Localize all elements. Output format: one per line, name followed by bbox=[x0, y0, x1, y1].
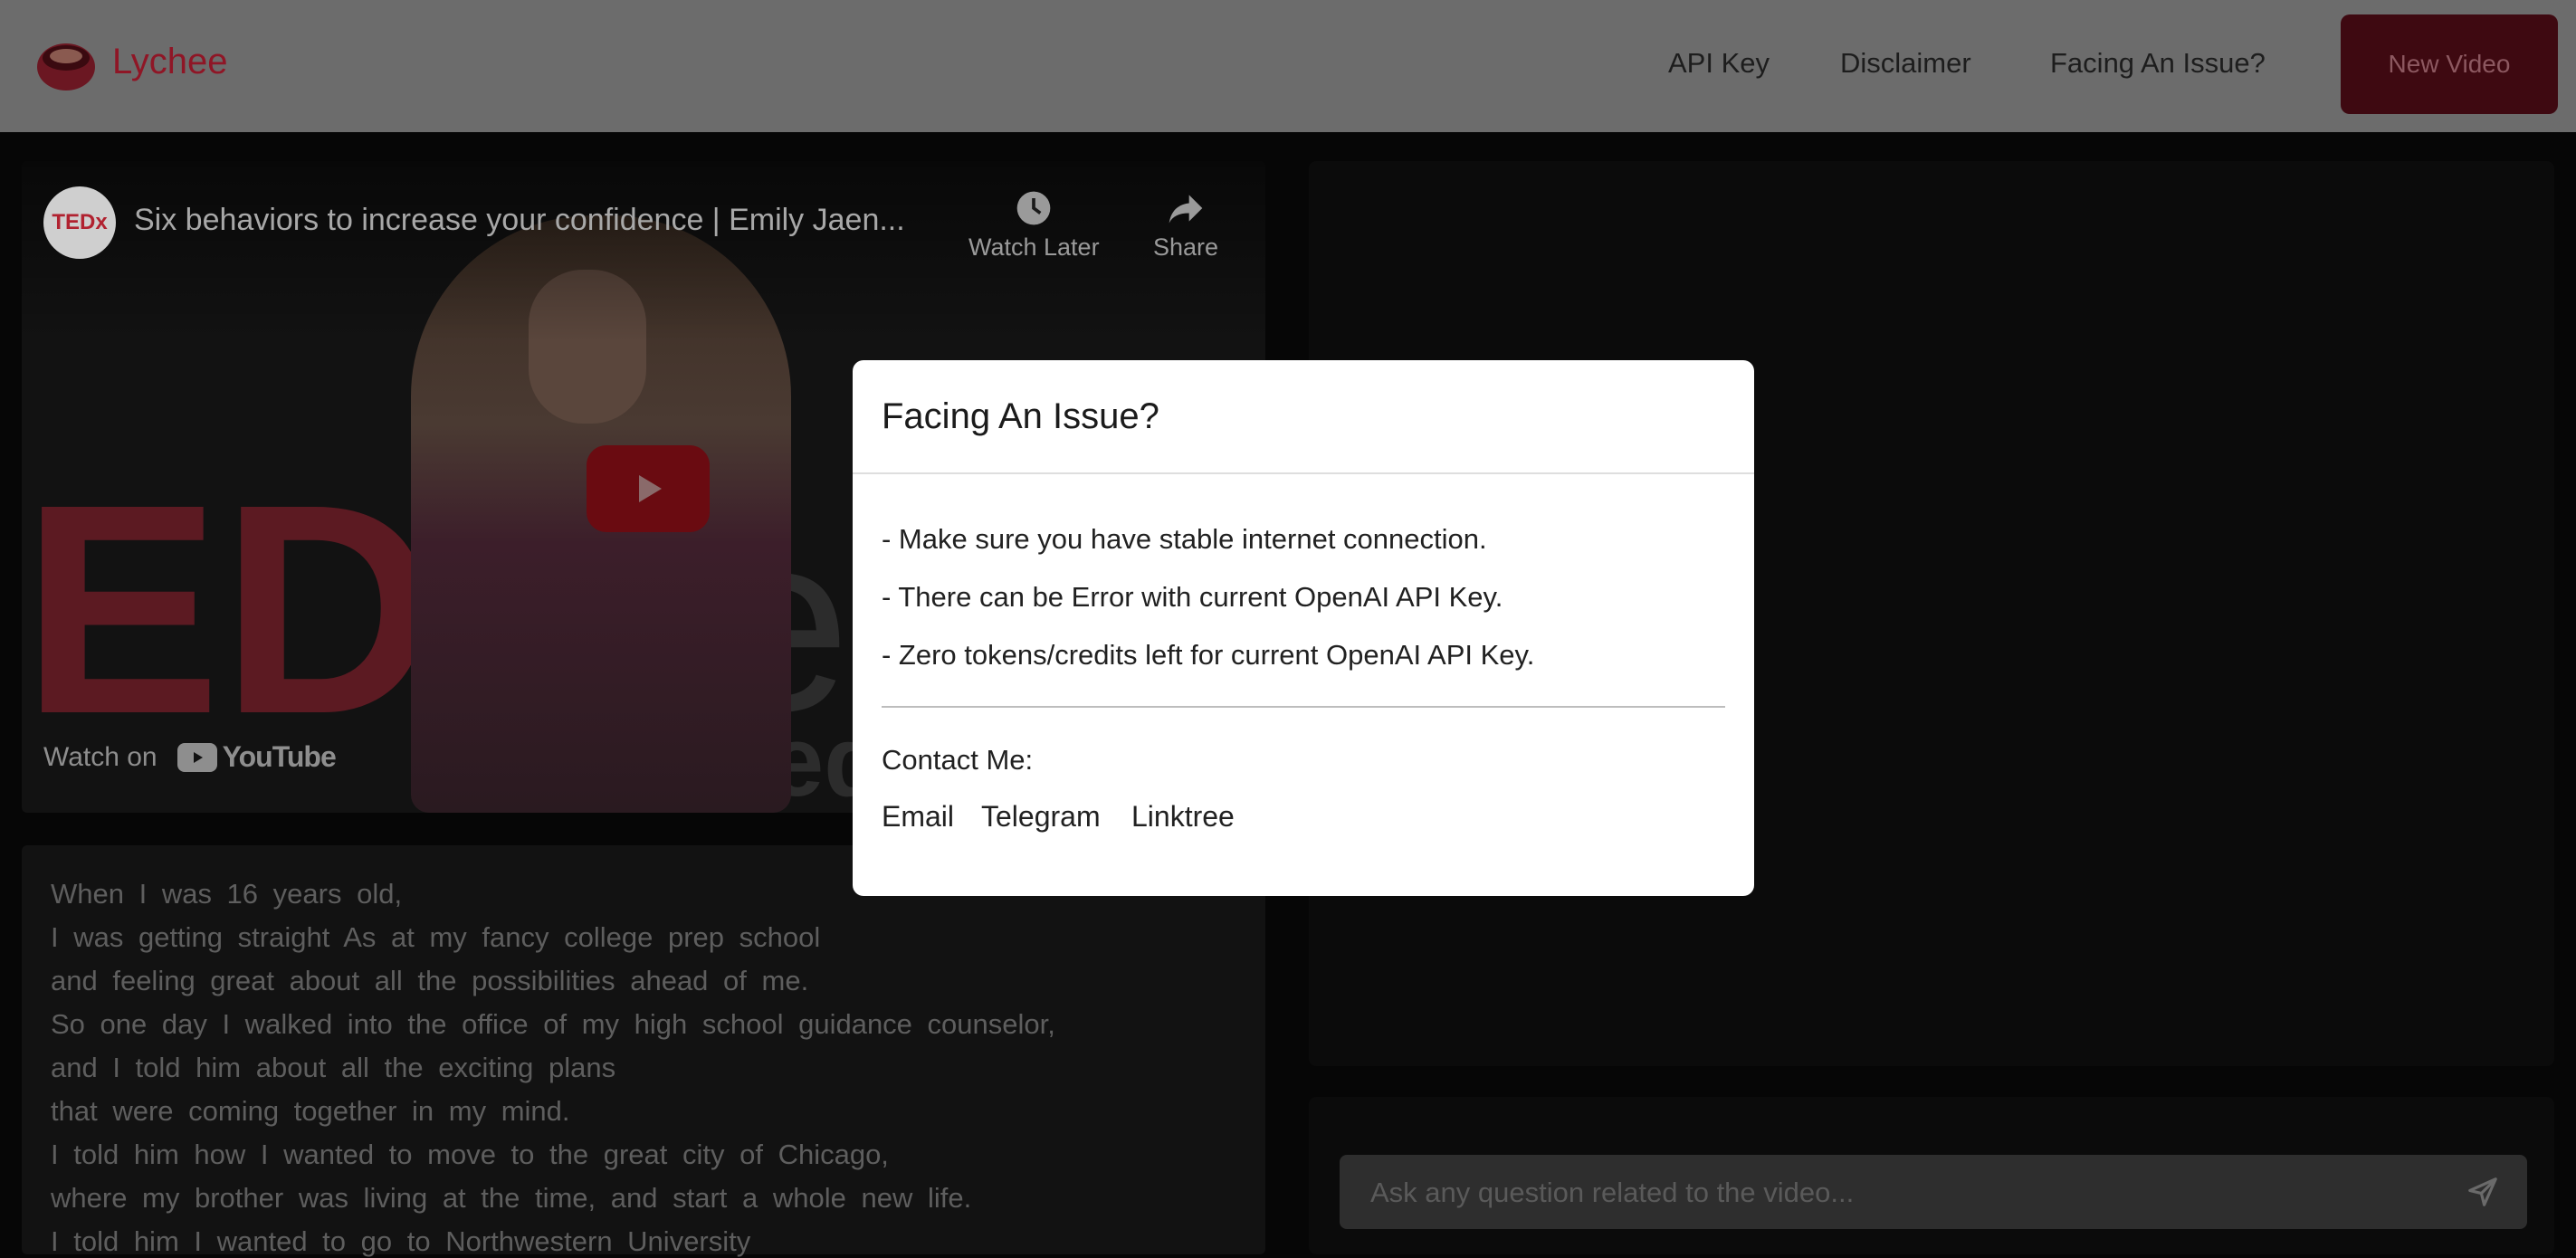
transcript-line: So one day I walked into the office of m… bbox=[51, 1008, 1055, 1040]
stage-backdrop-letters: ED bbox=[22, 442, 437, 776]
share-arrow-icon bbox=[1169, 195, 1203, 224]
nav-disclaimer[interactable]: Disclaimer bbox=[1840, 47, 1971, 80]
contact-label: Contact Me: bbox=[882, 744, 1034, 776]
transcript-line: that were coming together in my mind. bbox=[51, 1095, 570, 1127]
share-button[interactable]: Share bbox=[1153, 188, 1218, 262]
watch-on-youtube-link[interactable]: Watch on YouTube bbox=[43, 740, 337, 774]
new-video-button[interactable]: New Video bbox=[2341, 14, 2558, 114]
channel-avatar[interactable]: TEDx bbox=[43, 186, 116, 259]
question-placeholder: Ask any question related to the video... bbox=[1370, 1177, 1855, 1208]
youtube-wordmark: YouTube bbox=[222, 740, 337, 773]
play-button[interactable] bbox=[587, 445, 710, 532]
facing-issue-modal: Facing An Issue? - Make sure you have st… bbox=[853, 360, 1754, 896]
transcript-line: and feeling great about all the possibil… bbox=[51, 965, 809, 996]
modal-title: Facing An Issue? bbox=[882, 396, 1159, 436]
clock-icon bbox=[1016, 191, 1051, 225]
watch-later-label: Watch Later bbox=[968, 233, 1100, 261]
top-navbar: Lychee API Key Disclaimer Facing An Issu… bbox=[0, 0, 2576, 132]
youtube-logo: YouTube bbox=[177, 740, 337, 774]
modal-divider bbox=[882, 706, 1725, 708]
transcript-line: and I told him about all the exciting pl… bbox=[51, 1052, 616, 1083]
modal-header-divider bbox=[853, 472, 1754, 474]
issue-item: - There can be Error with current OpenAI… bbox=[882, 581, 1503, 613]
transcript-line: I was getting straight As at my fancy co… bbox=[51, 921, 821, 953]
transcript-line: where my brother was living at the time,… bbox=[51, 1182, 972, 1214]
email-link[interactable]: Email bbox=[882, 800, 954, 834]
play-icon bbox=[639, 475, 662, 502]
transcript-panel: When I was 16 years old, I was getting s… bbox=[22, 845, 1265, 1257]
youtube-play-icon bbox=[177, 742, 217, 772]
issue-item: - Make sure you have stable internet con… bbox=[882, 523, 1487, 555]
transcript-line: I told him how I wanted to move to the g… bbox=[51, 1139, 889, 1170]
share-label: Share bbox=[1153, 233, 1219, 261]
question-input[interactable]: Ask any question related to the video... bbox=[1340, 1155, 2527, 1229]
issue-item: - Zero tokens/credits left for current O… bbox=[882, 639, 1535, 671]
send-icon[interactable] bbox=[2466, 1175, 2500, 1209]
lychee-bowl-icon bbox=[37, 43, 95, 91]
telegram-link[interactable]: Telegram bbox=[981, 800, 1101, 834]
nav-facing-issue[interactable]: Facing An Issue? bbox=[2050, 47, 2266, 80]
transcript-line: When I was 16 years old, bbox=[51, 878, 403, 910]
brand-name[interactable]: Lychee bbox=[112, 42, 228, 82]
transcript-line: I told him I wanted to go to Northwester… bbox=[51, 1225, 751, 1257]
nav-api-key[interactable]: API Key bbox=[1668, 47, 1770, 80]
video-title[interactable]: Six behaviors to increase your confidenc… bbox=[134, 203, 905, 238]
linktree-link[interactable]: Linktree bbox=[1131, 800, 1235, 834]
watch-later-button[interactable]: Watch Later bbox=[968, 188, 1100, 262]
watch-on-label: Watch on bbox=[43, 741, 157, 772]
